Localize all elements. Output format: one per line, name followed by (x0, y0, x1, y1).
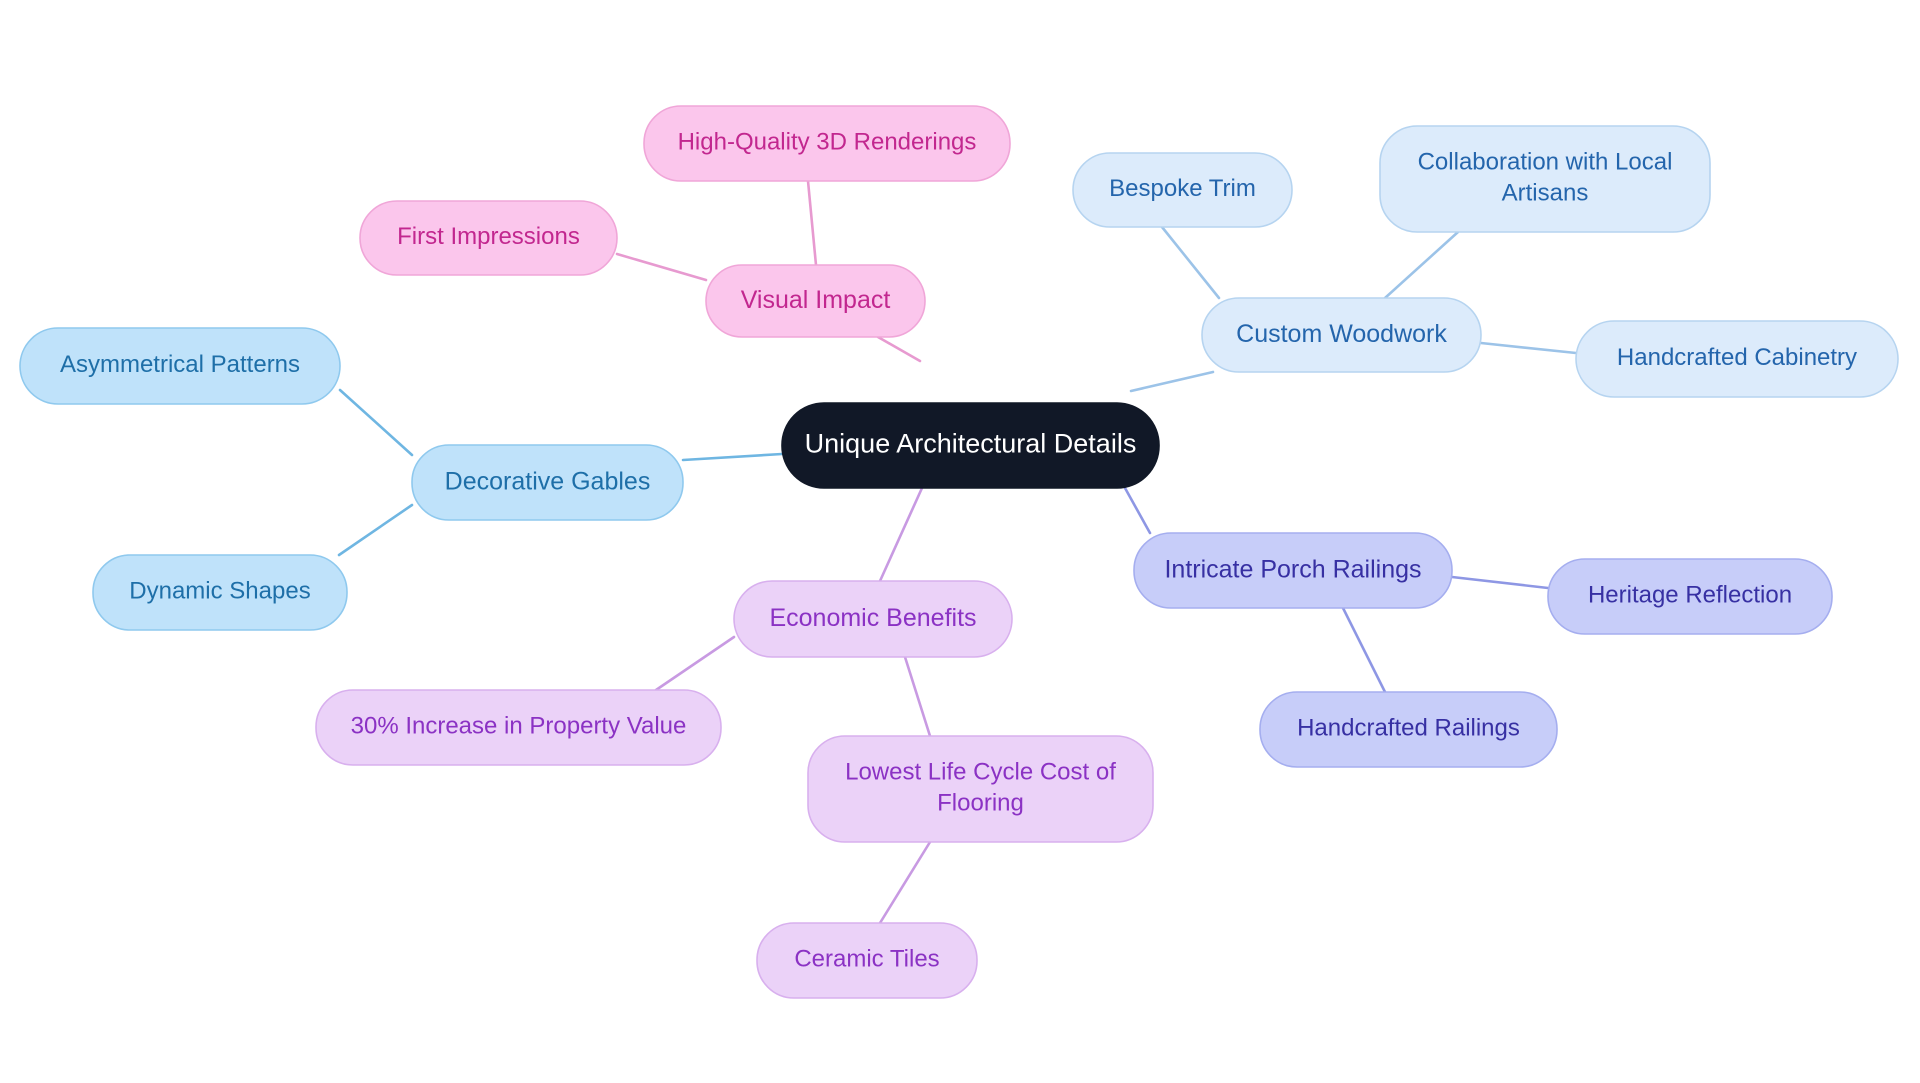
mind-map-edge (878, 486, 924, 583)
mind-map-node-economic-benefits[interactable]: Economic Benefits (733, 580, 1013, 658)
node-label: Unique Architectural Details (805, 429, 1137, 459)
mind-map-node-handcrafted-railings[interactable]: Handcrafted Railings (1259, 691, 1558, 768)
mind-map-node-custom-woodwork[interactable]: Custom Woodwork (1201, 297, 1482, 373)
mind-map-edge (876, 335, 922, 363)
mind-map-edge (1341, 606, 1387, 694)
mind-map-edge (878, 840, 932, 925)
mind-map-edge (1450, 575, 1550, 590)
node-label: Bespoke Trim (1109, 175, 1256, 202)
nodes-layer: Unique Architectural Details Visual Impac… (19, 105, 1899, 999)
mind-map-edge (337, 503, 414, 557)
mind-map-node-bespoke-trim[interactable]: Bespoke Trim (1072, 152, 1293, 228)
mind-map-node-intricate-porch-railings[interactable]: Intricate Porch Railings (1133, 532, 1453, 609)
mind-map-canvas: Unique Architectural Details Visual Impac… (19, 105, 1899, 999)
mind-map-edge (1479, 341, 1578, 355)
node-label: High-Quality 3D Renderings (678, 129, 977, 156)
mind-map-node-dynamic-shapes[interactable]: Dynamic Shapes (92, 554, 348, 631)
node-label: Custom Woodwork (1236, 320, 1447, 348)
mind-map-node-ceramic-tiles[interactable]: Ceramic Tiles (756, 922, 978, 999)
mind-map-node-visual-impact[interactable]: Visual Impact (705, 264, 926, 338)
mind-map-node-collaboration-with-local-artisans[interactable]: Collaboration with Local Artisans (1379, 125, 1711, 233)
mind-map-edge (1129, 370, 1215, 393)
mind-map-edge (1383, 230, 1460, 300)
mind-map-node-heritage-reflection[interactable]: Heritage Reflection (1547, 558, 1833, 635)
mind-map-edge (338, 388, 414, 457)
mind-map-node-high-quality-3d-renderings[interactable]: High-Quality 3D Renderings (643, 105, 1011, 182)
mind-map-node-asymmetrical-patterns[interactable]: Asymmetrical Patterns (19, 327, 341, 405)
mind-map-node-handcrafted-cabinetry[interactable]: Handcrafted Cabinetry (1575, 320, 1899, 398)
node-label: Asymmetrical Patterns (60, 351, 300, 378)
mind-map-edge (1160, 225, 1221, 300)
mind-map-edge (1123, 486, 1152, 535)
node-label: First Impressions (397, 223, 580, 250)
mind-map-node-lowest-life-cycle-cost-of-flooring[interactable]: Lowest Life Cycle Cost of Flooring (807, 735, 1154, 843)
node-label: Handcrafted Cabinetry (1617, 344, 1857, 371)
mind-map-edge (681, 452, 784, 462)
mind-map-node-first-impressions[interactable]: First Impressions (359, 200, 618, 276)
mind-map-node-decorative-gables[interactable]: Decorative Gables (411, 444, 684, 521)
mind-map-node-root[interactable]: Unique Architectural Details (781, 402, 1160, 489)
node-label: 30% Increase in Property Value (351, 713, 687, 740)
mind-map-edge (903, 655, 932, 738)
node-label: Dynamic Shapes (129, 578, 310, 605)
mind-map-edge (654, 635, 736, 692)
mind-map-edge (615, 252, 708, 282)
mind-map-node-thirty-percent-increase-property-value[interactable]: 30% Increase in Property Value (315, 689, 722, 766)
mind-map-diagram: Unique Architectural Details Visual Impac… (0, 0, 1920, 1083)
node-label: Ceramic Tiles (794, 946, 939, 973)
node-label: Decorative Gables (445, 467, 651, 495)
node-label: Handcrafted Railings (1297, 715, 1520, 742)
node-label: Economic Benefits (769, 604, 976, 632)
node-label: Visual Impact (741, 286, 891, 314)
node-label: Heritage Reflection (1588, 582, 1792, 609)
mind-map-edge (806, 179, 818, 267)
node-label: Intricate Porch Railings (1164, 555, 1421, 583)
